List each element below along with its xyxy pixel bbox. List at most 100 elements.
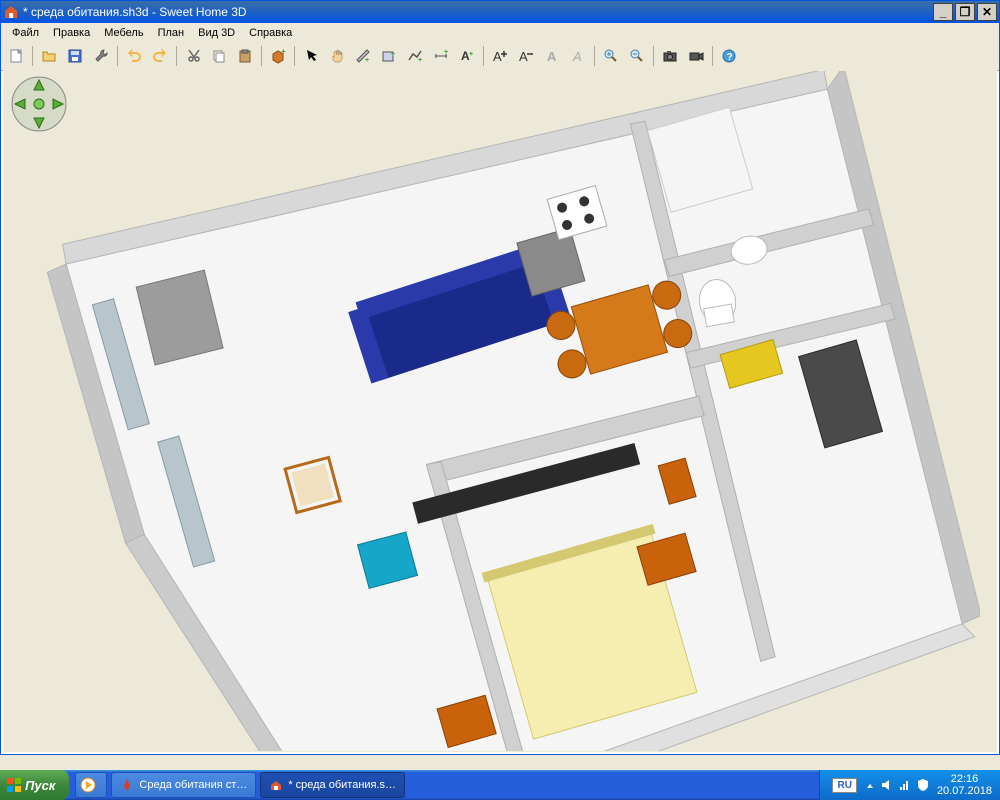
taskbar-item-label: * среда обитания.s…: [288, 779, 396, 791]
italic-icon: A: [570, 48, 586, 64]
volume-icon[interactable]: [881, 778, 893, 792]
windows-logo-icon: [6, 777, 22, 793]
svg-text:+: +: [281, 48, 286, 56]
create-dimensions-button[interactable]: +: [429, 44, 453, 68]
tray-expand-icon[interactable]: [865, 778, 875, 792]
select-button[interactable]: [299, 44, 323, 68]
polyline-icon: +: [407, 48, 423, 64]
close-button[interactable]: ✕: [977, 3, 997, 21]
paste-icon: [237, 48, 253, 64]
menu-view3d[interactable]: Вид 3D: [191, 25, 242, 41]
paste-button[interactable]: [233, 44, 257, 68]
taskbar-item-yandex[interactable]: Среда обитания ст…: [111, 772, 256, 798]
svg-text:?: ?: [727, 52, 733, 63]
separator: [261, 46, 262, 66]
clock-date: 20.07.2018: [937, 785, 992, 797]
menu-file[interactable]: Файл: [5, 25, 46, 41]
italic-button[interactable]: A: [566, 44, 590, 68]
toolbar: + + + + + A+ A A A A ?: [1, 42, 999, 71]
camera-icon: [662, 48, 678, 64]
network-icon[interactable]: [899, 778, 911, 792]
wrench-icon: [93, 48, 109, 64]
redo-button[interactable]: [148, 44, 172, 68]
create-photo-button[interactable]: [658, 44, 682, 68]
separator: [712, 46, 713, 66]
create-rooms-button[interactable]: +: [377, 44, 401, 68]
wall-icon: +: [355, 48, 371, 64]
redo-icon: [152, 48, 168, 64]
cut-button[interactable]: [181, 44, 205, 68]
bold-icon: A: [544, 48, 560, 64]
taskbar-item-sweethome[interactable]: * среда обитания.s…: [260, 772, 405, 798]
svg-text:A: A: [493, 49, 502, 64]
clock[interactable]: 22:16 20.07.2018: [937, 773, 992, 797]
pan-icon: [329, 48, 345, 64]
svg-text:A: A: [572, 49, 582, 64]
separator: [176, 46, 177, 66]
restore-button[interactable]: ❐: [955, 3, 975, 21]
taskbar-item-label: Среда обитания ст…: [139, 779, 247, 791]
decrease-text-button[interactable]: A: [514, 44, 538, 68]
create-polylines-button[interactable]: +: [403, 44, 427, 68]
copy-button[interactable]: [207, 44, 231, 68]
create-text-button[interactable]: A+: [455, 44, 479, 68]
floorplan-3d: [20, 71, 980, 751]
add-furniture-icon: +: [270, 48, 286, 64]
zoom-in-button[interactable]: [599, 44, 623, 68]
nav-compass[interactable]: [11, 76, 67, 132]
save-button[interactable]: [63, 44, 87, 68]
undo-button[interactable]: [122, 44, 146, 68]
menu-help[interactable]: Справка: [242, 25, 299, 41]
media-player-icon: [80, 777, 96, 793]
clock-time: 22:16: [937, 773, 992, 785]
create-video-button[interactable]: [684, 44, 708, 68]
pan-button[interactable]: [325, 44, 349, 68]
svg-text:+: +: [418, 57, 422, 64]
language-indicator[interactable]: RU: [832, 778, 856, 793]
viewport-3d[interactable]: [3, 70, 997, 752]
minimize-button[interactable]: _: [933, 3, 953, 21]
menu-edit[interactable]: Правка: [46, 25, 97, 41]
create-walls-button[interactable]: +: [351, 44, 375, 68]
quick-launch-media[interactable]: [75, 772, 107, 798]
open-icon: [41, 48, 57, 64]
yandex-icon: [120, 778, 134, 792]
add-furniture-button[interactable]: +: [266, 44, 290, 68]
text-icon: A+: [459, 48, 475, 64]
menubar: Файл Правка Мебель План Вид 3D Справка: [1, 23, 999, 42]
increase-text-icon: A: [492, 48, 508, 64]
copy-icon: [211, 48, 227, 64]
select-icon: [303, 48, 319, 64]
sh3d-icon: [269, 778, 283, 792]
start-button[interactable]: Пуск: [0, 770, 69, 800]
separator: [483, 46, 484, 66]
zoom-out-icon: [629, 48, 645, 64]
new-icon: [8, 48, 24, 64]
undo-icon: [126, 48, 142, 64]
start-label: Пуск: [25, 778, 55, 793]
cut-icon: [185, 48, 201, 64]
svg-text:+: +: [365, 57, 369, 64]
svg-text:+: +: [469, 51, 473, 58]
new-button[interactable]: [4, 44, 28, 68]
bold-button[interactable]: A: [540, 44, 564, 68]
svg-text:A: A: [547, 49, 557, 64]
help-button[interactable]: ?: [717, 44, 741, 68]
window-controls: _ ❐ ✕: [933, 3, 997, 21]
svg-text:A: A: [519, 49, 528, 64]
separator: [32, 46, 33, 66]
increase-text-button[interactable]: A: [488, 44, 512, 68]
decrease-text-icon: A: [518, 48, 534, 64]
separator: [653, 46, 654, 66]
svg-text:+: +: [391, 51, 395, 58]
open-button[interactable]: [37, 44, 61, 68]
zoom-out-button[interactable]: [625, 44, 649, 68]
menu-plan[interactable]: План: [151, 25, 192, 41]
titlebar[interactable]: * среда обитания.sh3d - Sweet Home 3D _ …: [1, 1, 999, 23]
menu-furniture[interactable]: Мебель: [97, 25, 150, 41]
separator: [294, 46, 295, 66]
video-icon: [688, 48, 704, 64]
help-icon: ?: [721, 48, 737, 64]
shield-icon[interactable]: [917, 778, 929, 792]
preferences-button[interactable]: [89, 44, 113, 68]
